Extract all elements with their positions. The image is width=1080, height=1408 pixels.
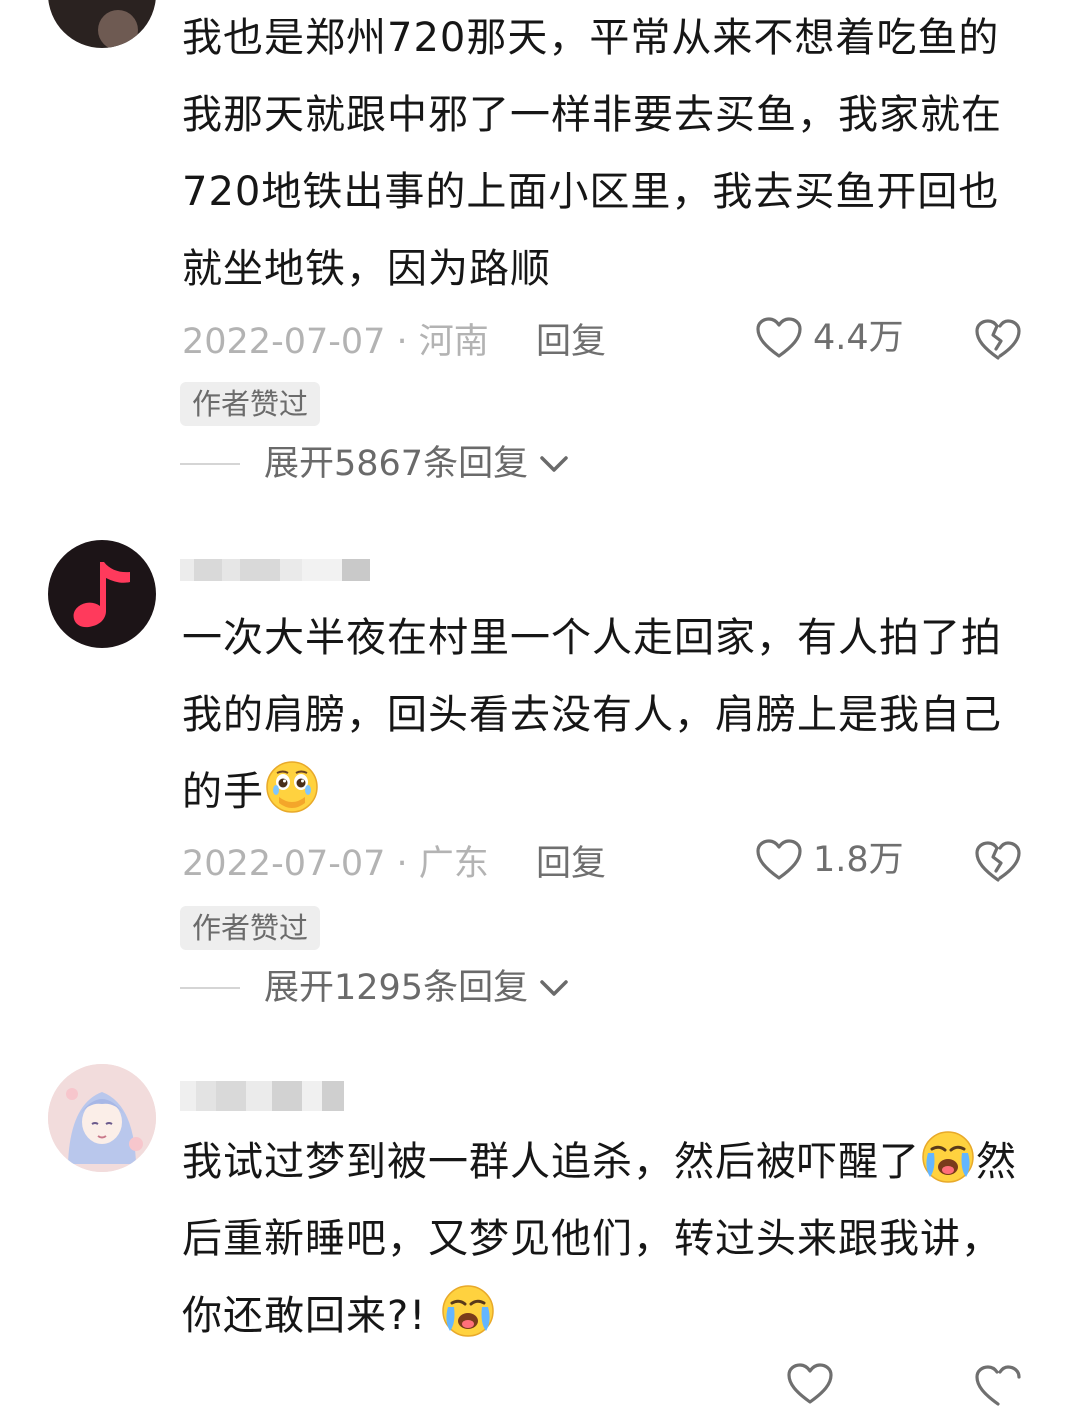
like-button[interactable]: 1.8万 [755, 838, 904, 882]
heart-outline-icon [756, 317, 802, 358]
username-blurred [180, 556, 370, 584]
heart-outline-icon[interactable] [786, 1362, 834, 1406]
heart-outline-icon [756, 839, 802, 880]
author-liked-badge: 作者赞过 [180, 906, 321, 950]
expand-replies-button[interactable]: 展开1295条回复 [180, 966, 570, 1010]
broken-heart-icon[interactable] [974, 316, 1022, 362]
avatar[interactable] [48, 0, 156, 48]
comment-date-location: 2022-07-07 · 广东 [182, 844, 489, 884]
comment-text: 一次大半夜在村里一个人走回家，有人拍了拍我的肩膀，回头看去没有人，肩膀上是我自己… [182, 615, 1002, 815]
username-blurred [180, 1078, 344, 1118]
like-button[interactable]: 4.4万 [755, 316, 904, 360]
divider [180, 987, 240, 989]
divider [180, 463, 240, 465]
comment-text: 我也是郑州720那天，平常从来不想着吃鱼的我那天就跟中邪了一样非要去买鱼，我家就… [182, 15, 1002, 292]
reply-button[interactable]: 回复 [536, 320, 606, 364]
author-liked-badge: 作者赞过 [180, 382, 321, 426]
expand-replies-label: 展开5867条回复 [264, 444, 529, 484]
broken-heart-icon[interactable] [974, 1362, 1022, 1408]
expand-replies-label: 展开1295条回复 [264, 968, 529, 1008]
like-count: 4.4万 [813, 318, 904, 358]
broken-heart-icon[interactable] [974, 838, 1022, 884]
avatar[interactable] [48, 540, 156, 648]
anime-avatar-image [48, 1064, 156, 1172]
comment-date-location: 2022-07-07 · 河南 [182, 322, 489, 362]
comment-text: 我试过梦到被一群人追杀，然后被吓醒了 然后重新睡吧，又梦见他们，转过头来跟我讲，… [182, 1124, 1022, 1355]
chevron-down-icon [540, 456, 568, 472]
chevron-down-icon [540, 980, 568, 996]
music-note-icon [73, 562, 130, 628]
avatar[interactable] [48, 1064, 156, 1172]
expand-replies-button[interactable]: 展开5867条回复 [180, 442, 570, 486]
like-count: 1.8万 [813, 840, 904, 880]
crying-face-icon [922, 1131, 974, 1183]
reply-button[interactable]: 回复 [536, 842, 606, 886]
face-holding-back-tears-icon [266, 761, 318, 813]
crying-face-icon [442, 1285, 494, 1337]
